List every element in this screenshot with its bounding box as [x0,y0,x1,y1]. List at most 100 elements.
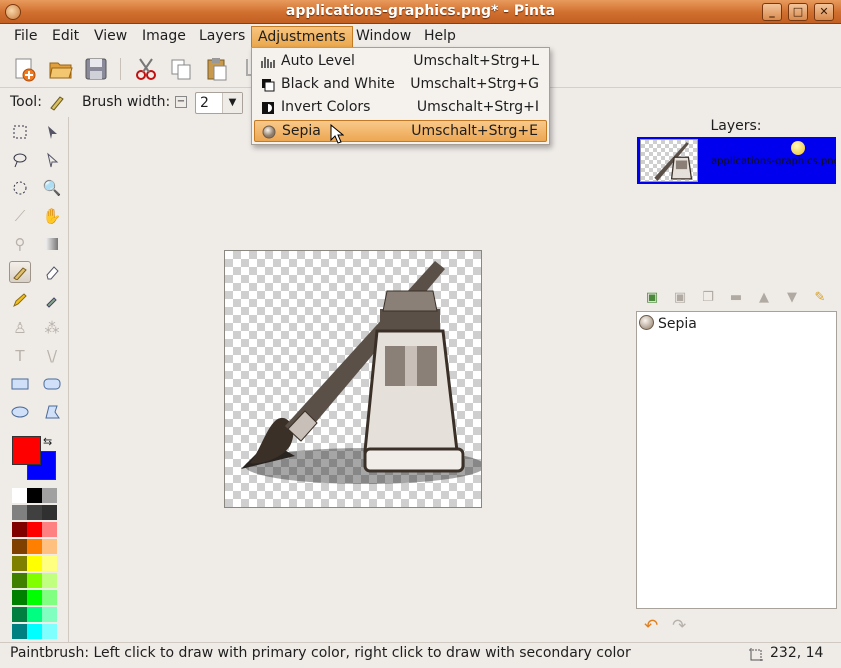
menu-file[interactable]: File [8,26,43,48]
layer-item[interactable]: applications-graphics.png [637,137,836,184]
canvas-area[interactable] [68,117,636,642]
palette-swatch[interactable] [12,522,27,537]
visibility-bulb-icon[interactable] [791,141,805,155]
menu-item-black-and-white[interactable]: Black and White Umschalt+Strg+G [254,74,547,96]
add-layer-icon[interactable]: ▣ [642,288,662,308]
new-image-button[interactable] [12,56,38,82]
pencil-icon[interactable] [9,289,31,311]
palette-swatch[interactable] [27,556,42,571]
menu-adjustments[interactable]: Adjustments [251,26,353,48]
color-picker-icon[interactable] [41,289,63,311]
palette-swatch[interactable] [12,573,27,588]
palette-swatch[interactable] [27,522,42,537]
palette-swatch[interactable] [12,505,27,520]
menu-item-invert-colors[interactable]: Invert Colors Umschalt+Strg+I [254,97,547,119]
redo-icon[interactable]: ↷ [672,616,686,636]
paste-button[interactable] [204,56,230,82]
palette-swatch[interactable] [42,505,57,520]
clone-stamp-icon[interactable]: ♙ [9,317,31,339]
gradient-icon[interactable] [41,233,63,255]
recolor-icon[interactable]: ⁂ [41,317,63,339]
menu-edit[interactable]: Edit [46,26,85,48]
delete-layer-icon[interactable]: ▣ [670,288,690,308]
close-button[interactable]: ✕ [814,3,834,21]
ellipse-select-icon[interactable] [9,177,31,199]
undo-icon[interactable]: ↶ [644,616,658,636]
lasso-select-icon[interactable] [9,149,31,171]
menu-help[interactable]: Help [418,26,462,48]
history-item[interactable]: Sepia [639,315,697,332]
palette-swatch[interactable] [27,607,42,622]
eraser-icon[interactable] [41,261,63,283]
palette-swatch[interactable] [42,522,57,537]
move-layer-down-icon[interactable]: ▼ [782,288,802,308]
merge-layer-icon[interactable]: ▬ [726,288,746,308]
palette-swatch[interactable] [12,624,27,639]
palette-swatch[interactable] [27,573,42,588]
chevron-down-icon[interactable]: ▼ [222,93,242,113]
palette-swatch[interactable] [27,505,42,520]
duplicate-layer-icon[interactable]: ❐ [698,288,718,308]
freeform-shape-icon[interactable] [41,401,63,423]
menu-image[interactable]: Image [136,26,192,48]
palette-swatch[interactable] [12,607,27,622]
move-layer-up-icon[interactable]: ▲ [754,288,774,308]
palette-swatch[interactable] [42,624,57,639]
move-selected-icon[interactable] [41,121,63,143]
cursor-position-icon [748,647,764,663]
menu-view[interactable]: View [88,26,133,48]
palette-swatch[interactable] [27,488,42,503]
palette-swatch[interactable] [42,590,57,605]
tools-palette: 🔍 ⟋ ✋ ⚲ ♙ ⁂ T \/ ⇆ [4,117,68,642]
palette-swatch[interactable] [42,573,57,588]
title-bar: applications-graphics.png* - Pinta _ □ ✕ [0,0,841,24]
menu-layers[interactable]: Layers [193,26,251,48]
palette-swatch[interactable] [27,624,42,639]
menu-item-sepia[interactable]: Sepia Umschalt+Strg+E [254,120,547,142]
palette-swatch[interactable] [42,488,57,503]
text-icon[interactable]: T [9,345,31,367]
pan-icon[interactable]: ✋ [41,205,63,227]
palette-swatch[interactable] [42,556,57,571]
line-curve-icon[interactable]: \/ [41,345,63,367]
minimize-button[interactable]: _ [762,3,782,21]
menu-item-label: Invert Colors [281,99,371,115]
menu-window[interactable]: Window [350,26,417,48]
palette-swatch[interactable] [12,488,27,503]
palette-swatch[interactable] [27,590,42,605]
rounded-rectangle-icon[interactable] [41,373,63,395]
palette-swatch[interactable] [12,539,27,554]
paintbrush-icon[interactable] [48,93,66,115]
paint-bucket-icon[interactable]: ⚲ [9,233,31,255]
mouse-pointer-icon [330,123,345,148]
menu-item-label: Sepia [282,123,321,139]
status-message: Paintbrush: Left click to draw with prim… [10,645,631,661]
status-bar: Paintbrush: Left click to draw with prim… [0,642,841,668]
palette-swatch[interactable] [42,607,57,622]
cut-button[interactable] [133,56,159,82]
move-selection-icon[interactable] [41,149,63,171]
primary-color-swatch[interactable] [12,436,41,465]
layer-properties-icon[interactable]: ✎ [810,288,830,308]
open-folder-icon [49,62,73,79]
ellipse-icon[interactable] [9,401,31,423]
brush-width-input[interactable]: 2 ▼ [195,92,243,114]
palette-swatch[interactable] [27,539,42,554]
rectangle-icon[interactable] [9,373,31,395]
image-canvas[interactable] [224,250,485,508]
menu-item-shortcut: Umschalt+Strg+I [416,99,539,115]
open-button[interactable] [48,56,74,82]
palette-swatch[interactable] [12,590,27,605]
minus-icon[interactable]: − [175,96,187,108]
palette-swatch[interactable] [42,539,57,554]
zoom-icon[interactable]: 🔍 [41,177,63,199]
save-button[interactable] [83,56,109,82]
palette-swatch[interactable] [12,556,27,571]
rectangle-select-icon[interactable] [9,121,31,143]
magic-wand-icon[interactable]: ⟋ [9,205,31,227]
menu-item-auto-level[interactable]: Auto Level Umschalt+Strg+L [254,51,547,73]
swap-colors-icon[interactable]: ⇆ [43,435,52,448]
paintbrush-tool-icon[interactable] [9,261,31,283]
maximize-button[interactable]: □ [788,3,808,21]
copy-button[interactable] [168,56,194,82]
